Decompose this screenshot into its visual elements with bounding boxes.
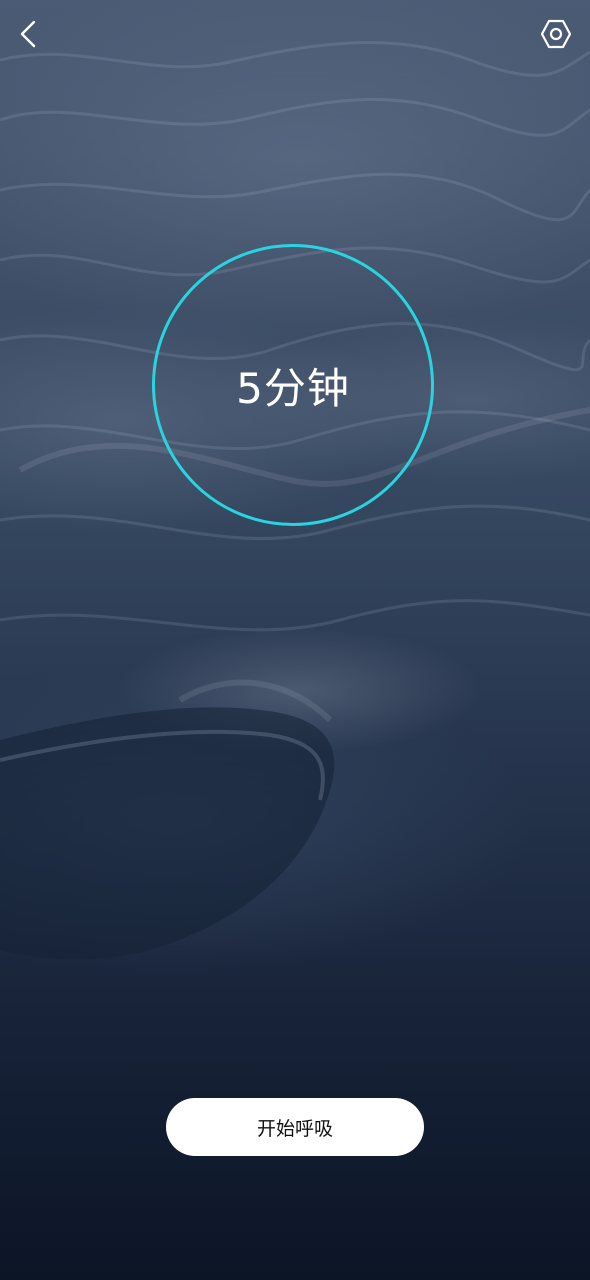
timer-duration-label: 5分钟 bbox=[236, 363, 350, 413]
back-button[interactable] bbox=[8, 14, 48, 54]
start-breathing-button[interactable]: 开始呼吸 bbox=[166, 1098, 424, 1156]
settings-button[interactable] bbox=[536, 14, 576, 54]
start-breathing-label: 开始呼吸 bbox=[256, 1117, 333, 1140]
ocean-background bbox=[0, 41, 590, 960]
hexagon-settings-icon bbox=[540, 19, 572, 49]
chevron-left-icon bbox=[20, 20, 36, 48]
breathing-screen: 5分钟 开始呼吸 bbox=[0, 0, 590, 1280]
timer-duration-ring[interactable]: 5分钟 bbox=[152, 244, 434, 526]
top-bar bbox=[0, 0, 590, 70]
